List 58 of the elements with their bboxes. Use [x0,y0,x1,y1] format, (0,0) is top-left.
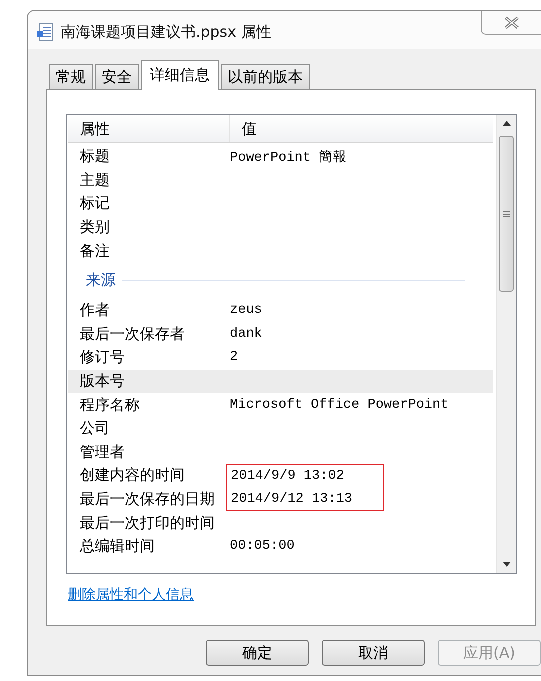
property-row[interactable]: 最后一次保存的日期 2014/9/12 13:13 [68,488,493,512]
property-row[interactable]: 主题 [68,168,493,192]
property-name: 修订号 [79,348,126,368]
property-name: 版本号 [79,372,126,392]
scroll-thumb[interactable] [499,136,514,292]
property-value: dank [230,326,262,342]
property-value: 2 [230,350,238,366]
property-value: PowerPoint 簡報 [230,149,348,166]
window-title: 南海课题项目建议书.ppsx 属性 [61,23,272,42]
tab[interactable]: 以前的版本 [221,64,310,89]
property-name: 作者 [79,301,111,320]
property-name: 标题 [79,147,111,166]
property-name: 最后一次打印的时间 [79,514,216,533]
group-heading: 来源 [86,271,116,290]
property-row[interactable]: 最后一次打印的时间 [68,511,493,535]
property-value: zeus [230,303,262,318]
property-value: 00:05:00 [230,539,295,554]
property-value: 2014/9/12 13:13 [231,492,353,507]
dialog-button[interactable]: 取消 [322,640,425,666]
close-button[interactable] [481,11,541,35]
property-row[interactable]: 类别 [68,216,493,240]
tab[interactable]: 安全 [95,64,139,89]
column-header[interactable]: 属性 [68,115,230,142]
dialog-button[interactable]: 确定 [206,640,309,666]
property-name: 总编辑时间 [79,537,156,556]
property-name: 主题 [79,170,111,190]
property-name: 最后一次保存者 [79,324,186,344]
document-icon [37,23,55,43]
property-name: 程序名称 [79,396,141,415]
property-row[interactable]: 最后一次保存者 dank [68,322,493,346]
property-name: 备注 [79,242,111,261]
property-value: 2014/9/9 13:02 [231,468,344,484]
scroll-down-icon[interactable] [502,562,510,567]
property-name: 公司 [79,419,111,438]
property-row[interactable]: 作者 zeus [68,298,493,323]
property-row[interactable]: 版本号 [68,370,493,394]
property-value: Microsoft Office PowerPoint [230,398,449,413]
property-row[interactable]: 标题 PowerPoint 簡報 [68,145,493,169]
tab[interactable]: 详细信息 [141,60,219,90]
property-name: 标记 [79,194,111,214]
scroll-up-icon[interactable] [502,121,510,126]
property-row[interactable]: 公司 [68,416,493,441]
scrollbar[interactable] [496,115,516,573]
property-row[interactable]: 标记 [68,192,493,216]
grip-icon [503,210,510,218]
property-name: 类别 [79,218,111,238]
property-row[interactable]: 修订号 2 [68,346,493,370]
property-row[interactable]: 备注 [68,239,493,263]
property-name: 最后一次保存的日期 [79,490,216,510]
tab[interactable]: 常规 [49,64,93,89]
property-row[interactable]: 程序名称 Microsoft Office PowerPoint [68,393,493,417]
property-row[interactable]: 总编辑时间 00:05:00 [68,534,493,558]
property-name: 管理者 [79,442,126,462]
property-row[interactable]: 管理者 [68,440,493,464]
remove-properties-link[interactable]: 删除属性和个人信息 [68,586,194,604]
column-header[interactable]: 值 [230,115,257,142]
property-name: 创建内容的时间 [79,466,186,486]
property-row[interactable]: 创建内容的时间 2014/9/9 13:02 [68,464,493,488]
